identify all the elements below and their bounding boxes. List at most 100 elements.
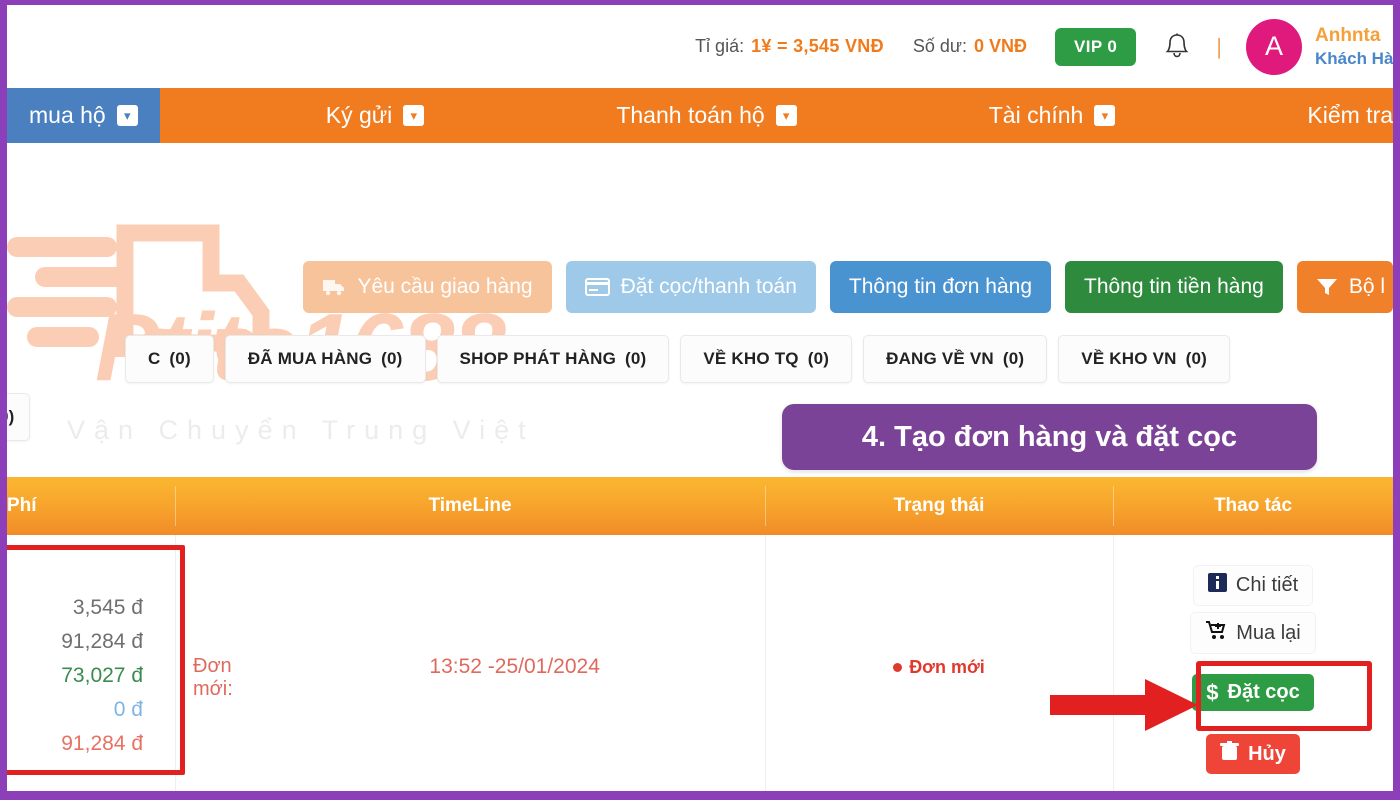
- rebuy-button[interactable]: Mua lại: [1190, 612, 1316, 654]
- chevron-down-icon: ▾: [403, 105, 425, 126]
- balance-label: Số dư:: [912, 36, 967, 56]
- top-bar: Tỉ giá: 1¥ = 3,545 VNĐ Số dư: 0 VNĐ VIP …: [7, 5, 1393, 88]
- vip-badge[interactable]: VIP 0: [1055, 27, 1137, 66]
- tab-count: 0): [0, 407, 15, 426]
- user-role: Khách Hà: [1315, 48, 1393, 68]
- fee-value: 91,284 đ: [61, 630, 143, 654]
- truck-icon: [322, 278, 346, 296]
- tab-count: (0): [625, 349, 647, 368]
- chevron-down-icon: ▾: [1094, 105, 1116, 126]
- tab-label: VỀ KHO VN: [1081, 349, 1177, 368]
- nav-item-label: Kiểm tra: [1307, 102, 1394, 128]
- request-delivery-button[interactable]: Yêu cầu giao hàng: [303, 261, 552, 313]
- operation-label: Đặt cọc: [1227, 681, 1300, 703]
- operations-list: Chi tiết Mua lại $ Đặt cọc Hủy: [1113, 535, 1393, 774]
- tab-count: (0): [169, 349, 191, 368]
- nav-item-label: mua hộ: [29, 102, 106, 128]
- filter-button[interactable]: Bộ l: [1296, 261, 1393, 313]
- nav-spacer-1: [160, 88, 300, 143]
- nav-item-ky-gui[interactable]: Ký gửi ▾: [300, 88, 451, 143]
- exchange-rate-value: 1¥ = 3,545 VNĐ: [751, 36, 884, 56]
- tab-count: (0): [1002, 349, 1025, 368]
- tab-count: (0): [1185, 349, 1207, 368]
- fee-value: 3,545 đ: [72, 596, 143, 619]
- tab-da-mua-hang[interactable]: ĐÃ MUA HÀNG (0): [224, 335, 426, 383]
- bell-icon[interactable]: [1164, 32, 1190, 62]
- tab-label: SHOP PHÁT HÀNG: [459, 349, 616, 368]
- operation-label: Chi tiết: [1235, 574, 1299, 596]
- tab-ve-kho-tq[interactable]: VỀ KHO TQ (0): [680, 335, 853, 383]
- dollar-icon: $: [1206, 679, 1219, 705]
- tab-overflow[interactable]: 0): [0, 393, 30, 441]
- action-label: Bộ l: [1348, 275, 1385, 298]
- status-label: Đơn mới: [909, 657, 985, 677]
- app-window: Tỉ giá: 1¥ = 3,545 VNĐ Số dư: 0 VNĐ VIP …: [0, 0, 1400, 800]
- tab-c[interactable]: C (0): [124, 335, 214, 383]
- nav-spacer-3: [823, 88, 963, 143]
- fee-value: 0 đ: [113, 698, 143, 722]
- exchange-rate: Tỉ giá: 1¥ = 3,545 VNĐ Số dư: 0 VNĐ: [695, 36, 1027, 57]
- cart-icon: [1205, 620, 1227, 646]
- nav-item-kiem-tra[interactable]: Kiểm tra: [1281, 88, 1393, 143]
- goods-amount-info-button[interactable]: Thông tin tiền hàng: [1065, 261, 1283, 313]
- action-label: Yêu cầu giao hàng: [357, 275, 533, 298]
- action-label: Thông tin đơn hàng: [848, 275, 1032, 298]
- table-row: 3,545 đ 91,284 đ 73,027 đ 0 đ 91,284 đ Đ…: [7, 535, 1393, 791]
- nav-item-label: Thanh toán hộ: [616, 102, 765, 128]
- order-info-button[interactable]: Thông tin đơn hàng: [829, 261, 1051, 313]
- timeline-date: 13:52 -25/01/2024: [429, 655, 600, 678]
- nav-item-label: Ký gửi: [325, 102, 393, 128]
- info-icon: [1207, 573, 1227, 598]
- user-name: Anhnta: [1315, 24, 1381, 46]
- exchange-rate-label: Tỉ giá:: [695, 36, 745, 56]
- action-button-row: Yêu cầu giao hàng Đặt cọc/thanh toán Thô…: [7, 258, 1393, 316]
- nav-item-thanh-toan-ho[interactable]: Thanh toán hộ ▾: [590, 88, 822, 143]
- status-tabs: C (0) ĐÃ MUA HÀNG (0) SHOP PHÁT HÀNG (0)…: [7, 335, 1393, 383]
- cell-timeline: Đơn mới: 13:52 -25/01/2024: [175, 535, 765, 791]
- tab-shop-phat-hang[interactable]: SHOP PHÁT HÀNG (0): [436, 335, 670, 383]
- deposit-payment-button[interactable]: Đặt cọc/thanh toán: [565, 261, 816, 313]
- status-dot-icon: [893, 663, 903, 672]
- trash-icon: [1220, 741, 1240, 767]
- tab-dang-ve-vn[interactable]: ĐANG VỀ VN (0): [863, 335, 1048, 383]
- main-navigation: mua hộ ▾ Ký gửi ▾ Thanh toán hộ ▾ Tài ch…: [7, 88, 1393, 143]
- action-label: Thông tin tiền hàng: [1084, 275, 1264, 298]
- user-info[interactable]: Anhnta Khách Hà: [1315, 23, 1393, 71]
- chevron-down-icon: ▾: [775, 105, 797, 126]
- cell-operations: Chi tiết Mua lại $ Đặt cọc Hủy: [1113, 535, 1393, 791]
- chevron-down-icon: ▾: [116, 105, 138, 126]
- deposit-button[interactable]: $ Đặt cọc: [1192, 674, 1314, 711]
- column-header-phi: Phí: [7, 495, 37, 516]
- fee-value: 73,027 đ: [61, 664, 143, 688]
- details-button[interactable]: Chi tiết: [1192, 565, 1314, 606]
- column-header-thao-tac: Thao tác: [1113, 477, 1393, 535]
- table-header: Phí TimeLine Trạng thái Thao tác: [7, 477, 1393, 535]
- tab-label: ĐANG VỀ VN: [886, 349, 994, 368]
- cell-fees: 3,545 đ 91,284 đ 73,027 đ 0 đ 91,284 đ: [7, 535, 175, 791]
- tab-count: (0): [381, 349, 403, 368]
- card-icon: [584, 278, 610, 296]
- callout-step-4: 4. Tạo đơn hàng và đặt cọc: [782, 404, 1317, 470]
- nav-item-label: Tài chính: [988, 102, 1084, 128]
- tab-ve-kho-vn[interactable]: VỀ KHO VN (0): [1058, 335, 1230, 383]
- nav-spacer-4: [1141, 88, 1281, 143]
- timeline-label: Đơn mới:: [193, 655, 233, 700]
- balance-value: 0 VNĐ: [973, 36, 1027, 56]
- nav-item-tai-chinh[interactable]: Tài chính ▾: [963, 88, 1142, 143]
- tab-count: (0): [807, 349, 830, 368]
- filter-icon: [1316, 277, 1338, 297]
- operation-label: Mua lại: [1236, 621, 1301, 644]
- operation-label: Hủy: [1248, 742, 1286, 765]
- nav-item-mua-ho[interactable]: mua hộ ▾: [7, 88, 160, 143]
- cell-status: Đơn mới: [765, 535, 1113, 791]
- header-divider: |: [1216, 33, 1222, 59]
- cancel-button[interactable]: Hủy: [1206, 734, 1300, 774]
- action-label: Đặt cọc/thanh toán: [620, 275, 797, 298]
- column-header-trang-thai: Trạng thái: [765, 477, 1113, 535]
- tab-label: VỀ KHO TQ: [703, 349, 799, 368]
- avatar[interactable]: A: [1246, 18, 1302, 75]
- nav-spacer-2: [450, 88, 590, 143]
- status-badge: Đơn mới: [893, 535, 985, 678]
- tab-label: C: [147, 349, 161, 368]
- column-header-timeline: TimeLine: [175, 477, 765, 535]
